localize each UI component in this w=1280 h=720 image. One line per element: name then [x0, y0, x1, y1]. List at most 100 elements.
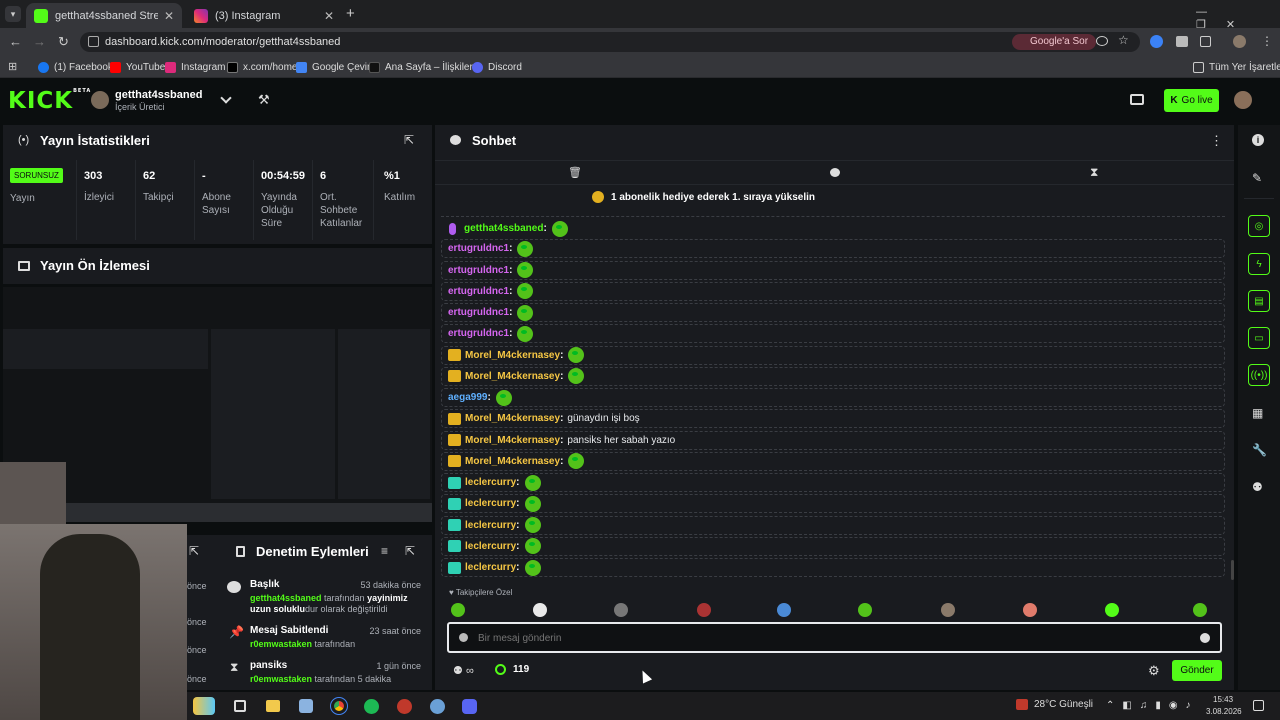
go-live-button[interactable]: K Go live: [1164, 89, 1219, 112]
bookmark-instagram[interactable]: Instagram: [165, 58, 225, 76]
chat-mode-icon[interactable]: [830, 168, 840, 177]
tab-kick[interactable]: getthat4ssbaned Stream - Kick ✕: [26, 3, 182, 28]
taskbar-copilot-icon[interactable]: [193, 697, 215, 715]
quick-emote-icon[interactable]: [1193, 603, 1207, 617]
file-explorer-icon[interactable]: [266, 700, 280, 712]
slow-mode-hourglass-icon[interactable]: ⧗: [1090, 165, 1098, 180]
close-tab-icon[interactable]: ✕: [324, 9, 334, 23]
chat-username[interactable]: ertugruldnc1: [448, 328, 509, 339]
bookmark-facebook[interactable]: (1) Facebook: [38, 58, 113, 76]
chat-username[interactable]: ertugruldnc1: [448, 265, 509, 276]
extensions-puzzle-icon[interactable]: [1200, 36, 1211, 47]
discord-taskbar-icon[interactable]: [462, 699, 477, 714]
quick-emote-icon[interactable]: [1023, 603, 1037, 617]
chat-badge-icon[interactable]: [459, 633, 468, 642]
bookmark-star-icon[interactable]: ☆: [1118, 33, 1129, 47]
chat-username[interactable]: ertugruldnc1: [448, 307, 509, 318]
chat-username[interactable]: leclercurry: [465, 541, 516, 552]
bookmark-google-translate[interactable]: Google Çeviri: [296, 58, 373, 76]
tab-list-button[interactable]: ▾: [5, 6, 21, 22]
chat-username[interactable]: Morel_M4ckernasey: [465, 350, 560, 361]
sub-gift-banner[interactable]: 1 abonelik hediye ederek 1. sıraya yükse…: [592, 191, 815, 203]
chat-message[interactable]: leclercurry:: [441, 558, 1225, 577]
clock-date[interactable]: 3.08.2026: [1206, 707, 1242, 716]
site-info-icon[interactable]: [88, 36, 99, 47]
quick-emote-icon[interactable]: [941, 603, 955, 617]
chat-username[interactable]: getthat4ssbaned: [464, 223, 543, 234]
trash-icon[interactable]: 🗑: [568, 166, 582, 179]
chat-username[interactable]: Morel_M4ckernasey: [465, 456, 560, 467]
chat-message[interactable]: leclercurry:: [441, 494, 1225, 514]
bookmark-x[interactable]: x.com/home: [227, 58, 297, 76]
chat-username[interactable]: leclercurry: [465, 562, 516, 573]
address-bar[interactable]: dashboard.kick.com/moderator/getthat4ssb…: [80, 32, 1140, 52]
spotify-icon[interactable]: [364, 699, 379, 714]
task-view-icon[interactable]: [234, 700, 246, 712]
browser-menu-icon[interactable]: ⋮: [1261, 34, 1273, 48]
stream-preview-video[interactable]: [3, 287, 432, 522]
bookmark-ana-sayfa[interactable]: Ana Sayfa – İlişkiler...: [369, 58, 481, 76]
channel-points-group[interactable]: ⚉ ∞: [453, 664, 474, 677]
layers-icon[interactable]: ▦: [1252, 406, 1263, 420]
user-avatar[interactable]: [1234, 91, 1252, 109]
quick-emote-icon[interactable]: [777, 603, 791, 617]
chat-username[interactable]: Morel_M4ckernasey: [465, 435, 560, 446]
points-balance[interactable]: 119: [495, 664, 529, 675]
quick-emote-icon[interactable]: [697, 603, 711, 617]
chat-message[interactable]: Morel_M4ckernasey:: [441, 345, 1225, 365]
preview-controls-bar[interactable]: [3, 503, 432, 522]
chat-username[interactable]: leclercurry: [465, 498, 516, 509]
tab-instagram[interactable]: (3) Instagram ✕: [186, 3, 342, 28]
chat-settings-gear-icon[interactable]: ⚙: [1148, 663, 1160, 679]
edit-pencil-icon[interactable]: ✎: [1252, 171, 1262, 185]
taskbar-app-icon[interactable]: [299, 699, 313, 713]
wrench-icon[interactable]: 🔧: [1252, 443, 1267, 457]
chat-username[interactable]: ertugruldnc1: [448, 243, 509, 254]
chat-message[interactable]: Morel_M4ckernasey: pansiks her sabah yazı…: [441, 430, 1225, 450]
chat-username[interactable]: leclercurry: [465, 520, 516, 531]
send-button[interactable]: Gönder: [1172, 660, 1222, 681]
back-icon[interactable]: ←: [9, 34, 22, 49]
notes-icon[interactable]: ▤: [1248, 290, 1270, 312]
chat-scrollbar[interactable]: [1231, 560, 1234, 580]
profile-avatar[interactable]: [1233, 35, 1246, 48]
kick-logo[interactable]: KICKBETA: [8, 88, 91, 114]
chat-message[interactable]: Morel_M4ckernasey:: [441, 366, 1225, 386]
clock-time[interactable]: 15:43: [1213, 695, 1233, 704]
chat-username[interactable]: ertugruldnc1: [448, 286, 509, 297]
reload-icon[interactable]: ↻: [58, 34, 69, 50]
notification-icon[interactable]: [1253, 700, 1264, 711]
chat-message[interactable]: leclercurry:: [441, 515, 1225, 535]
emoji-picker-icon[interactable]: [1200, 633, 1210, 643]
all-bookmarks[interactable]: Tüm Yer İşaretleri: [1193, 58, 1280, 76]
quick-emote-icon[interactable]: [614, 603, 628, 617]
chat-message[interactable]: ertugruldnc1:: [441, 303, 1225, 322]
quick-action-lightning-icon[interactable]: ϟ: [1248, 253, 1270, 275]
taskbar-app-icon[interactable]: [397, 699, 412, 714]
chat-message[interactable]: aega999:: [441, 388, 1225, 407]
filter-icon[interactable]: ≡: [381, 544, 388, 558]
theater-mode-icon[interactable]: [1130, 94, 1144, 105]
chat-message[interactable]: Morel_M4ckernasey:: [441, 451, 1225, 471]
chat-message[interactable]: ertugruldnc1:: [441, 239, 1225, 259]
info-icon[interactable]: i: [1252, 134, 1264, 146]
popout-icon[interactable]: ⇱: [404, 133, 414, 147]
creator-avatar[interactable]: [91, 91, 109, 109]
bookmark-discord[interactable]: Discord: [472, 58, 522, 76]
chat-message-input[interactable]: [478, 630, 1178, 646]
taskbar-app-icon[interactable]: [430, 699, 445, 714]
broadcast-icon[interactable]: ((•)): [1248, 364, 1270, 386]
chat-message[interactable]: leclercurry:: [441, 473, 1225, 492]
quick-emote-icon[interactable]: [1105, 603, 1119, 617]
chat-username[interactable]: leclercurry: [465, 477, 516, 488]
moderation-popout-icon[interactable]: ⇱: [405, 544, 415, 558]
chat-message[interactable]: ertugruldnc1:: [441, 281, 1225, 301]
close-tab-icon[interactable]: ✕: [164, 9, 174, 23]
moderation-popout-left-icon[interactable]: ⇱: [189, 544, 199, 558]
chat-username[interactable]: aega999: [448, 392, 487, 403]
extension-icon[interactable]: [1150, 35, 1163, 48]
chat-menu-icon[interactable]: ⋮: [1210, 133, 1223, 149]
chat-message-mention[interactable]: getthat4ssbaned:: [449, 220, 568, 237]
forward-icon[interactable]: →: [33, 34, 46, 49]
quick-emote-icon[interactable]: [858, 603, 872, 617]
